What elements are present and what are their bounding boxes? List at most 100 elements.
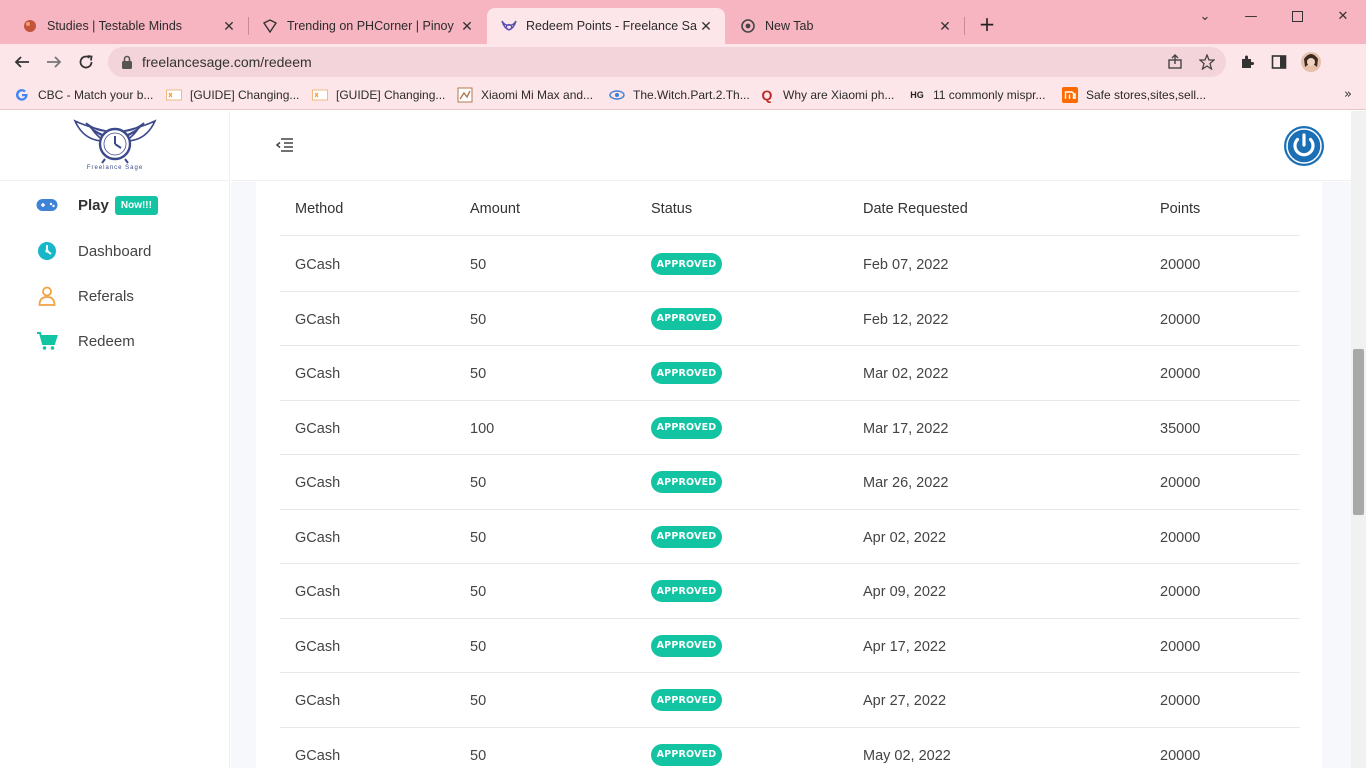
cell-method: GCash <box>295 638 341 655</box>
close-tab-icon[interactable]: ✕ <box>936 17 954 35</box>
freelance-sage-favicon-icon <box>501 18 517 34</box>
column-header-date: Date Requested <box>863 201 968 217</box>
sidebar-item-referals[interactable]: Referals <box>36 282 134 310</box>
cell-amount: 100 <box>470 420 495 437</box>
cell-date: Mar 26, 2022 <box>863 475 949 491</box>
cell-amount: 50 <box>470 693 487 709</box>
sidebar-item-label: Referals <box>78 287 134 305</box>
google-icon <box>14 87 30 103</box>
status-badge: APPROVED <box>651 253 722 275</box>
status-badge: APPROVED <box>651 416 722 439</box>
bookmark-label: Why are Xiaomi ph... <box>783 88 895 102</box>
now-badge: Now!!! <box>114 195 158 215</box>
bookmark-item[interactable]: HG 11 commonly mispr... <box>909 86 1045 104</box>
address-bar[interactable]: freelancesage.com/redeem <box>108 47 1226 77</box>
cell-date: Feb 12, 2022 <box>863 311 949 328</box>
bookmark-label: [GUIDE] Changing... <box>336 88 446 102</box>
mi-icon <box>1062 87 1078 103</box>
table-row: GCash 50 Mar 02, 2022 20000 APPROVED <box>280 346 1300 401</box>
more-bookmarks-chevron-icon[interactable]: » <box>1344 87 1352 102</box>
side-panel-icon[interactable] <box>1266 49 1292 75</box>
xda-icon <box>166 87 182 103</box>
reload-icon[interactable] <box>73 49 99 75</box>
cart-icon <box>36 330 58 352</box>
cell-date: Apr 09, 2022 <box>863 584 947 600</box>
cell-date: May 02, 2022 <box>863 747 951 764</box>
tab-title: Redeem Points - Freelance Sage <box>526 19 697 33</box>
top-header <box>231 111 1366 181</box>
cell-amount: 50 <box>470 475 487 491</box>
freelance-sage-logo[interactable]: Freelance Sage <box>72 117 158 175</box>
dashboard-icon <box>36 240 58 262</box>
bookmark-item[interactable]: The.Witch.Part.2.Th... <box>609 86 750 104</box>
bookmark-item[interactable]: Safe stores,sites,sell... <box>1062 86 1206 104</box>
cell-points: 20000 <box>1160 529 1201 546</box>
bookmark-label: CBC - Match your b... <box>38 88 154 102</box>
redeem-history-card: Method Amount Status Date Requested Poin… <box>256 182 1322 768</box>
bookmark-item[interactable]: Q Why are Xiaomi ph... <box>759 86 895 104</box>
tab-phcorner[interactable]: Trending on PHCorner | Pinoy Int ✕ <box>248 8 486 44</box>
logo-text: Freelance Sage <box>86 165 144 171</box>
close-tab-icon[interactable]: ✕ <box>458 17 476 35</box>
scrollbar-thumb[interactable] <box>1353 349 1364 515</box>
close-window-icon[interactable]: ✕ <box>1320 4 1366 28</box>
tab-separator <box>964 17 965 35</box>
cell-points: 20000 <box>1160 638 1201 655</box>
sidebar-item-label: Play <box>78 196 109 214</box>
maximize-icon[interactable] <box>1274 4 1320 28</box>
tab-studies[interactable]: Studies | Testable Minds ✕ <box>8 8 248 44</box>
page-icon <box>457 87 473 103</box>
status-badge: APPROVED <box>651 525 722 548</box>
tab-new-tab[interactable]: New Tab ✕ <box>726 8 964 44</box>
bookmark-item[interactable]: CBC - Match your b... <box>14 86 153 104</box>
forward-icon[interactable] <box>41 49 67 75</box>
power-logout-icon[interactable] <box>1283 125 1325 167</box>
table-header: Method Amount Status Date Requested Poin… <box>280 182 1300 236</box>
cell-date: Mar 02, 2022 <box>863 366 949 382</box>
cell-method: GCash <box>295 529 341 546</box>
minimize-icon[interactable]: — <box>1228 4 1274 28</box>
new-tab-plus-icon[interactable]: + <box>976 14 998 36</box>
profile-avatar[interactable] <box>1298 49 1324 75</box>
bookmark-label: 11 commonly mispr... <box>933 88 1046 102</box>
cell-date: Feb 07, 2022 <box>863 257 949 273</box>
column-header-points: Points <box>1160 201 1201 217</box>
page: Freelance Sage Play Now!!! Dashboard Ref… <box>0 111 1366 768</box>
page-icon <box>609 87 625 103</box>
bookmark-item[interactable]: [GUIDE] Changing... <box>312 86 445 104</box>
close-tab-icon[interactable]: ✕ <box>697 17 715 35</box>
bookmark-label: Xiaomi Mi Max and... <box>481 88 594 102</box>
bookmark-item[interactable]: [GUIDE] Changing... <box>166 86 299 104</box>
cell-points: 20000 <box>1160 747 1201 764</box>
lock-icon[interactable] <box>120 54 136 70</box>
back-icon[interactable] <box>9 49 35 75</box>
cell-points: 20000 <box>1160 693 1201 709</box>
column-header-method: Method <box>295 201 344 217</box>
page-scrollbar[interactable] <box>1351 111 1366 768</box>
cell-method: GCash <box>295 693 341 709</box>
bookmark-item[interactable]: Xiaomi Mi Max and... <box>457 86 593 104</box>
sidebar-item-dashboard[interactable]: Dashboard <box>36 237 151 265</box>
cell-points: 20000 <box>1160 257 1201 273</box>
bookmark-star-icon[interactable] <box>1198 53 1216 71</box>
extensions-puzzle-icon[interactable] <box>1234 49 1260 75</box>
tab-title: Studies | Testable Minds <box>47 19 183 33</box>
tab-redeem-points[interactable]: Redeem Points - Freelance Sage ✕ <box>487 8 725 44</box>
cell-date: Apr 02, 2022 <box>863 529 947 546</box>
sidebar-item-play[interactable]: Play Now!!! <box>36 191 158 219</box>
hg-icon: HG <box>910 90 924 100</box>
share-icon[interactable] <box>1166 53 1184 71</box>
sidebar: Freelance Sage Play Now!!! Dashboard Ref… <box>0 111 230 768</box>
menu-collapse-icon[interactable] <box>275 135 297 157</box>
status-badge: APPROVED <box>651 743 722 766</box>
status-badge: APPROVED <box>651 689 722 711</box>
bookmark-label: The.Witch.Part.2.Th... <box>633 88 750 102</box>
cell-date: Apr 27, 2022 <box>863 693 947 709</box>
cell-points: 20000 <box>1160 475 1201 491</box>
table-row: GCash 50 May 02, 2022 20000 APPROVED <box>280 728 1300 768</box>
sidebar-item-redeem[interactable]: Redeem <box>36 327 135 355</box>
tab-search-chevron-icon[interactable]: ⌄ <box>1182 4 1228 28</box>
logo-area: Freelance Sage <box>0 111 230 181</box>
close-tab-icon[interactable]: ✕ <box>220 17 238 35</box>
url-text[interactable]: freelancesage.com/redeem <box>142 54 312 70</box>
